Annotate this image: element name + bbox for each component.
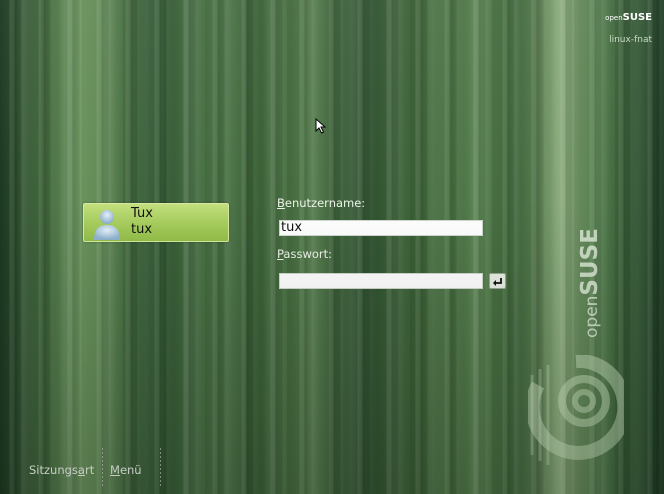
username-label-rest: enutzername: — [284, 196, 366, 210]
bottom-separator — [160, 448, 161, 488]
user-login-name: tux — [131, 222, 153, 237]
opensuse-brand-top: openSUSE — [605, 12, 652, 23]
login-submit-button[interactable] — [489, 273, 506, 289]
brand-thin-text: open — [605, 14, 623, 22]
user-item-tux[interactable]: Tux tux — [83, 203, 229, 242]
enter-arrow-icon — [493, 278, 502, 286]
vlogo-thin-text: open — [582, 295, 602, 338]
session-label-post: rt — [84, 463, 95, 477]
opensuse-gecko-logo — [528, 355, 624, 465]
brand-bold-text: SUSE — [622, 12, 652, 23]
mouse-cursor-icon — [315, 118, 327, 134]
menu-button[interactable]: Menü — [110, 463, 142, 477]
vlogo-bold-text: SUSE — [577, 228, 603, 296]
bottom-separator — [102, 448, 103, 488]
session-type-button[interactable]: Sitzungsart — [29, 463, 94, 477]
hostname: linux-fnat — [609, 35, 652, 45]
session-label-pre: Sitzungs — [29, 463, 78, 477]
password-label-rest: asswort: — [283, 247, 333, 261]
username-input[interactable]: tux — [279, 220, 483, 236]
user-avatar-icon — [94, 210, 120, 240]
session-label-accel: a — [77, 463, 85, 477]
login-screen: openSUSE linux-fnat Tux tux Benutzername… — [0, 0, 664, 494]
opensuse-vertical-logo: openSUSE — [577, 228, 603, 338]
menu-label-accel: M — [110, 463, 120, 477]
username-label: Benutzername: — [277, 196, 365, 210]
menu-label-rest: enü — [119, 463, 142, 477]
user-display-name: Tux — [131, 206, 153, 221]
password-input[interactable] — [279, 273, 483, 289]
username-label-accel: B — [277, 196, 285, 210]
password-label: Passwort: — [277, 247, 332, 261]
